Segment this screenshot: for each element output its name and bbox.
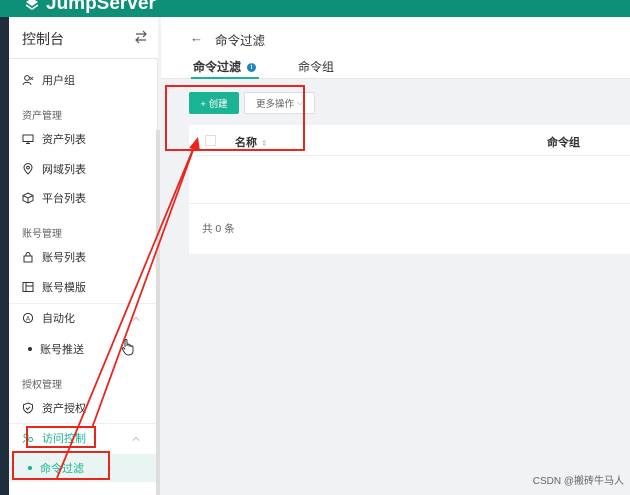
sidebar-subitem-account-push[interactable]: 账号推送 <box>9 335 158 363</box>
watermark: CSDN @搬砖牛马人 <box>532 476 624 487</box>
lock-icon <box>23 252 33 263</box>
annotation-box-access-control <box>26 426 96 448</box>
location-icon <box>23 163 33 175</box>
sidebar-item-label: 账号模版 <box>42 282 86 294</box>
sidebar-item-asset-list[interactable]: 资产列表 <box>9 125 158 153</box>
sidebar-scrollbar[interactable] <box>156 130 160 495</box>
tab-command-filter[interactable]: 命令过滤 i <box>193 58 257 75</box>
page-header: ← 命令过滤 命令过滤 i 命令组 <box>161 17 630 79</box>
sidebar-item-account-list[interactable]: 账号列表 <box>9 243 158 271</box>
sidebar-item-user-groups[interactable]: 用户组 <box>9 66 158 94</box>
sidebar-header: 控制台 <box>9 17 158 59</box>
info-icon: i <box>247 63 257 73</box>
cube-icon <box>22 192 34 204</box>
swap-icon[interactable] <box>134 30 148 44</box>
chevron-up-icon <box>132 316 140 321</box>
template-icon <box>22 282 34 292</box>
bullet-dot <box>28 347 32 351</box>
annotation-box-toolbar <box>165 85 305 151</box>
sidebar-item-label: 用户组 <box>42 75 75 87</box>
sidebar-item-label: 资产列表 <box>42 134 86 146</box>
table-divider <box>189 203 630 204</box>
back-arrow-icon[interactable]: ← <box>190 30 203 45</box>
sidebar-group-asset-management: 资产管理 <box>22 111 62 122</box>
tab-command-group[interactable]: 命令组 <box>298 58 334 75</box>
sidebar-item-label: 账号推送 <box>40 344 84 356</box>
sidebar-item-automation[interactable]: A 自动化 <box>9 304 158 332</box>
sidebar-item-label: 资产授权 <box>42 403 86 415</box>
jumpserver-logo-icon <box>25 0 39 10</box>
page-title: 命令过滤 <box>215 34 266 48</box>
left-strip <box>0 17 9 495</box>
sidebar-group-permission-management: 授权管理 <box>22 380 62 391</box>
sidebar-item-label: 平台列表 <box>42 193 86 205</box>
svg-text:A: A <box>26 315 31 322</box>
column-header-command-group: 命令组 <box>547 137 580 149</box>
sidebar-group-account-management: 账号管理 <box>22 229 62 240</box>
sidebar-item-label: 自动化 <box>42 313 75 325</box>
sidebar-item-label: 账号列表 <box>42 252 86 264</box>
desktop-icon <box>22 134 34 144</box>
automation-icon: A <box>22 312 34 324</box>
user-group-icon <box>22 75 34 86</box>
sidebar-item-platform-list[interactable]: 平台列表 <box>9 184 158 212</box>
chevron-up-icon <box>132 436 140 441</box>
active-tab-indicator <box>191 77 259 79</box>
total-count: 共 0 条 <box>202 223 235 235</box>
app-name: JumpServer <box>46 0 156 14</box>
sidebar-title: 控制台 <box>22 31 64 47</box>
sidebar-item-account-template[interactable]: 账号模版 <box>9 273 158 301</box>
shield-icon <box>23 402 33 414</box>
annotation-box-command-filter <box>12 451 110 480</box>
hand-cursor-icon <box>122 339 134 356</box>
tab-label: 命令过滤 <box>193 60 242 74</box>
app-logo[interactable]: JumpServer <box>24 0 156 15</box>
sidebar-item-domain-list[interactable]: 网域列表 <box>9 155 158 183</box>
top-bar: JumpServer <box>0 0 630 17</box>
sidebar-item-label: 网域列表 <box>42 164 86 176</box>
sidebar-item-asset-permission[interactable]: 资产授权 <box>9 394 158 422</box>
